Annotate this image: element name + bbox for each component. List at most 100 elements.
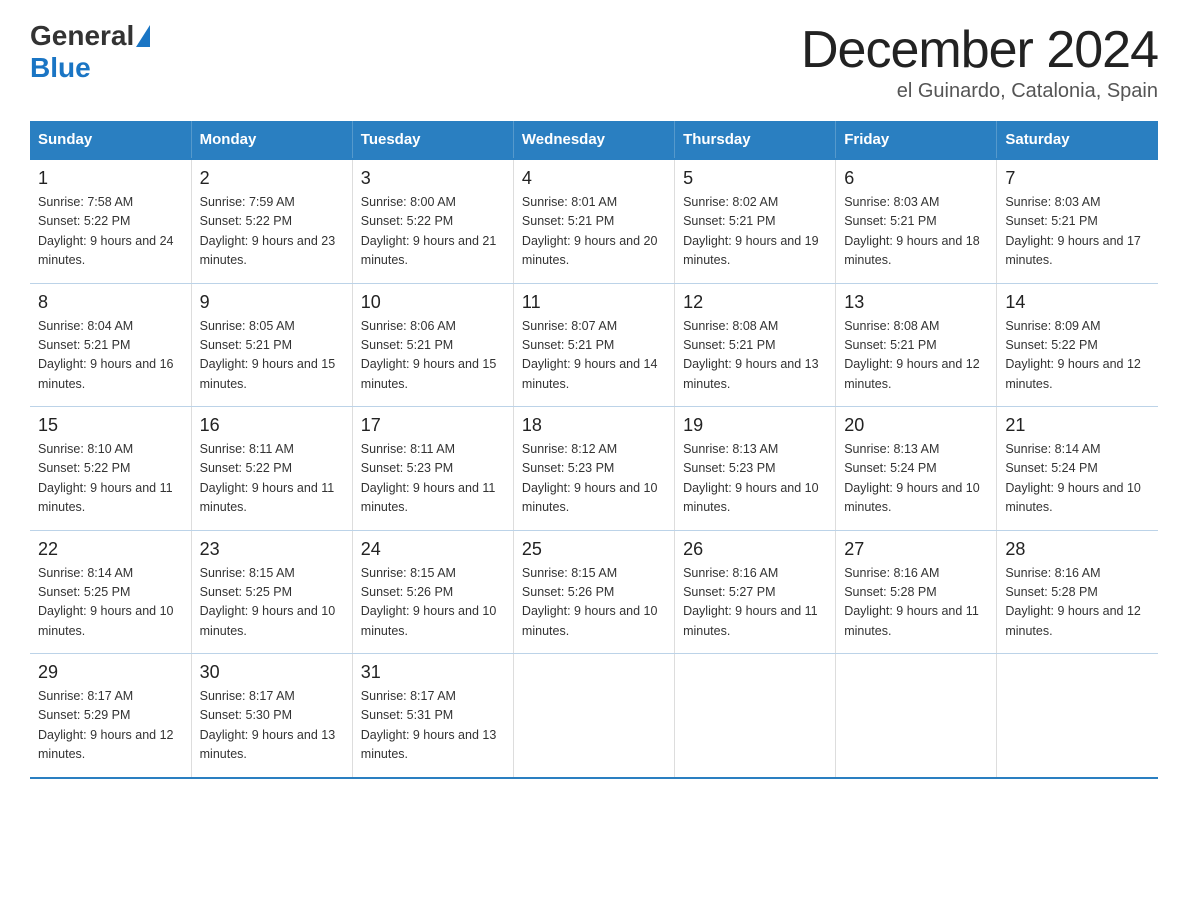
day-info: Sunrise: 8:15 AMSunset: 5:25 PMDaylight:… (200, 564, 344, 642)
calendar-cell (836, 654, 997, 778)
logo-triangle-icon (136, 25, 150, 47)
calendar-cell: 22Sunrise: 8:14 AMSunset: 5:25 PMDayligh… (30, 530, 191, 654)
calendar-cell: 20Sunrise: 8:13 AMSunset: 5:24 PMDayligh… (836, 407, 997, 531)
day-info: Sunrise: 8:05 AMSunset: 5:21 PMDaylight:… (200, 317, 344, 395)
calendar-cell: 30 Sunrise: 8:17 AMSunset: 5:30 PMDayligh… (191, 654, 352, 778)
day-info: Sunrise: 8:14 AMSunset: 5:25 PMDaylight:… (38, 564, 183, 642)
calendar-cell: 5Sunrise: 8:02 AMSunset: 5:21 PMDaylight… (675, 159, 836, 283)
calendar-week-row: 1 Sunrise: 7:58 AMSunset: 5:22 PMDaylight… (30, 159, 1158, 283)
calendar-cell (675, 654, 836, 778)
day-info: Sunrise: 8:14 AMSunset: 5:24 PMDaylight:… (1005, 440, 1150, 518)
day-number: 5 (683, 168, 827, 189)
calendar-cell: 28Sunrise: 8:16 AMSunset: 5:28 PMDayligh… (997, 530, 1158, 654)
calendar-subtitle: el Guinardo, Catalonia, Spain (801, 80, 1158, 103)
day-info: Sunrise: 8:12 AMSunset: 5:23 PMDaylight:… (522, 440, 666, 518)
header-row: Sunday Monday Tuesday Wednesday Thursday… (30, 121, 1158, 159)
day-number: 13 (844, 292, 988, 313)
day-info: Sunrise: 8:13 AMSunset: 5:23 PMDaylight:… (683, 440, 827, 518)
day-number: 10 (361, 292, 505, 313)
day-number: 15 (38, 415, 183, 436)
page-header: General Blue December 2024 el Guinardo, … (30, 20, 1158, 103)
day-number: 17 (361, 415, 505, 436)
calendar-week-row: 29Sunrise: 8:17 AMSunset: 5:29 PMDayligh… (30, 654, 1158, 778)
calendar-cell: 17Sunrise: 8:11 AMSunset: 5:23 PMDayligh… (352, 407, 513, 531)
day-number: 4 (522, 168, 666, 189)
day-number: 18 (522, 415, 666, 436)
day-info: Sunrise: 8:01 AMSunset: 5:21 PMDaylight:… (522, 193, 666, 271)
day-number: 8 (38, 292, 183, 313)
calendar-cell: 3 Sunrise: 8:00 AMSunset: 5:22 PMDaylight… (352, 159, 513, 283)
calendar-cell: 31Sunrise: 8:17 AMSunset: 5:31 PMDayligh… (352, 654, 513, 778)
day-info: Sunrise: 7:59 AMSunset: 5:22 PMDaylight:… (200, 193, 344, 271)
col-thursday: Thursday (675, 121, 836, 159)
calendar-cell: 2Sunrise: 7:59 AMSunset: 5:22 PMDaylight… (191, 159, 352, 283)
calendar-cell: 7Sunrise: 8:03 AMSunset: 5:21 PMDaylight… (997, 159, 1158, 283)
day-number: 6 (844, 168, 988, 189)
calendar-cell: 24Sunrise: 8:15 AMSunset: 5:26 PMDayligh… (352, 530, 513, 654)
calendar-cell: 14Sunrise: 8:09 AMSunset: 5:22 PMDayligh… (997, 283, 1158, 407)
col-friday: Friday (836, 121, 997, 159)
day-number: 7 (1005, 168, 1150, 189)
day-number: 11 (522, 292, 666, 313)
calendar-cell: 16 Sunrise: 8:11 AMSunset: 5:22 PMDayligh… (191, 407, 352, 531)
calendar-cell: 4 Sunrise: 8:01 AMSunset: 5:21 PMDaylight… (513, 159, 674, 283)
day-info: Sunrise: 7:58 AMSunset: 5:22 PMDaylight:… (38, 193, 183, 271)
calendar-table: Sunday Monday Tuesday Wednesday Thursday… (30, 121, 1158, 779)
col-saturday: Saturday (997, 121, 1158, 159)
day-info: Sunrise: 8:16 AMSunset: 5:28 PMDaylight:… (844, 564, 988, 642)
calendar-cell (997, 654, 1158, 778)
calendar-cell: 15 Sunrise: 8:10 AMSunset: 5:22 PMDayligh… (30, 407, 191, 531)
day-number: 19 (683, 415, 827, 436)
day-number: 26 (683, 539, 827, 560)
day-number: 29 (38, 662, 183, 683)
calendar-cell: 1 Sunrise: 7:58 AMSunset: 5:22 PMDaylight… (30, 159, 191, 283)
calendar-cell: 29Sunrise: 8:17 AMSunset: 5:29 PMDayligh… (30, 654, 191, 778)
day-number: 12 (683, 292, 827, 313)
title-block: December 2024 el Guinardo, Catalonia, Sp… (801, 20, 1158, 103)
day-number: 23 (200, 539, 344, 560)
calendar-cell: 9 Sunrise: 8:05 AMSunset: 5:21 PMDaylight… (191, 283, 352, 407)
calendar-title: December 2024 (801, 20, 1158, 80)
day-info: Sunrise: 8:04 AMSunset: 5:21 PMDaylight:… (38, 317, 183, 395)
day-info: Sunrise: 8:00 AMSunset: 5:22 PMDaylight:… (361, 193, 505, 271)
day-number: 3 (361, 168, 505, 189)
calendar-cell: 27 Sunrise: 8:16 AMSunset: 5:28 PMDayligh… (836, 530, 997, 654)
day-info: Sunrise: 8:03 AMSunset: 5:21 PMDaylight:… (844, 193, 988, 271)
calendar-cell: 11Sunrise: 8:07 AMSunset: 5:21 PMDayligh… (513, 283, 674, 407)
day-number: 20 (844, 415, 988, 436)
day-info: Sunrise: 8:08 AMSunset: 5:21 PMDaylight:… (683, 317, 827, 395)
calendar-cell: 13 Sunrise: 8:08 AMSunset: 5:21 PMDayligh… (836, 283, 997, 407)
calendar-week-row: 22Sunrise: 8:14 AMSunset: 5:25 PMDayligh… (30, 530, 1158, 654)
col-tuesday: Tuesday (352, 121, 513, 159)
calendar-cell: 18 Sunrise: 8:12 AMSunset: 5:23 PMDayligh… (513, 407, 674, 531)
calendar-cell: 19 Sunrise: 8:13 AMSunset: 5:23 PMDayligh… (675, 407, 836, 531)
logo: General Blue (30, 20, 152, 84)
day-info: Sunrise: 8:06 AMSunset: 5:21 PMDaylight:… (361, 317, 505, 395)
calendar-cell: 10 Sunrise: 8:06 AMSunset: 5:21 PMDayligh… (352, 283, 513, 407)
day-info: Sunrise: 8:17 AMSunset: 5:30 PMDaylight:… (200, 687, 344, 765)
day-info: Sunrise: 8:10 AMSunset: 5:22 PMDaylight:… (38, 440, 183, 518)
logo-blue-text: Blue (30, 52, 91, 84)
day-number: 27 (844, 539, 988, 560)
calendar-cell: 8 Sunrise: 8:04 AMSunset: 5:21 PMDaylight… (30, 283, 191, 407)
day-info: Sunrise: 8:17 AMSunset: 5:31 PMDaylight:… (361, 687, 505, 765)
calendar-cell: 23 Sunrise: 8:15 AMSunset: 5:25 PMDayligh… (191, 530, 352, 654)
calendar-cell: 6 Sunrise: 8:03 AMSunset: 5:21 PMDaylight… (836, 159, 997, 283)
day-number: 30 (200, 662, 344, 683)
calendar-cell: 21Sunrise: 8:14 AMSunset: 5:24 PMDayligh… (997, 407, 1158, 531)
day-number: 25 (522, 539, 666, 560)
day-info: Sunrise: 8:08 AMSunset: 5:21 PMDaylight:… (844, 317, 988, 395)
calendar-cell: 25 Sunrise: 8:15 AMSunset: 5:26 PMDayligh… (513, 530, 674, 654)
col-monday: Monday (191, 121, 352, 159)
day-number: 9 (200, 292, 344, 313)
day-info: Sunrise: 8:15 AMSunset: 5:26 PMDaylight:… (522, 564, 666, 642)
day-number: 16 (200, 415, 344, 436)
col-sunday: Sunday (30, 121, 191, 159)
day-info: Sunrise: 8:09 AMSunset: 5:22 PMDaylight:… (1005, 317, 1150, 395)
calendar-cell (513, 654, 674, 778)
calendar-cell: 26 Sunrise: 8:16 AMSunset: 5:27 PMDayligh… (675, 530, 836, 654)
day-info: Sunrise: 8:11 AMSunset: 5:22 PMDaylight:… (200, 440, 344, 518)
logo-general-text: General (30, 20, 134, 52)
day-info: Sunrise: 8:16 AMSunset: 5:27 PMDaylight:… (683, 564, 827, 642)
day-number: 1 (38, 168, 183, 189)
